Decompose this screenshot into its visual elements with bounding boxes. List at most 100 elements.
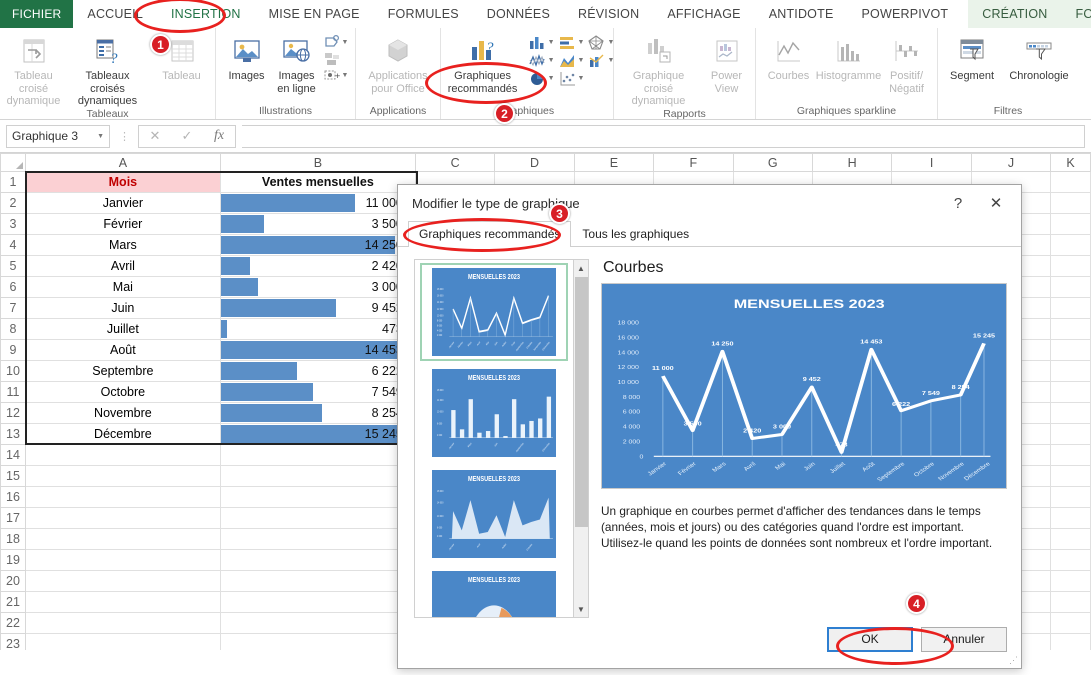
pie-chart-caret-icon[interactable]: ▼ xyxy=(548,75,555,82)
row-header-15[interactable]: 15 xyxy=(0,465,26,487)
row-header-5[interactable]: 5 xyxy=(0,255,26,277)
row-header-12[interactable]: 12 xyxy=(0,402,26,424)
thumbnail-scrollbar[interactable]: ▲ ▼ xyxy=(573,259,589,618)
tab-fichier[interactable]: FICHIER xyxy=(0,0,74,28)
cell-a4[interactable]: Mars xyxy=(24,234,221,256)
row-header-1[interactable]: 1 xyxy=(0,171,26,193)
cell-k2[interactable] xyxy=(1050,192,1091,214)
row-header-4[interactable]: 4 xyxy=(0,234,26,256)
shapes-button[interactable]: ▼ xyxy=(323,34,349,50)
row-header-18[interactable]: 18 xyxy=(0,528,26,550)
cell-k21[interactable] xyxy=(1050,591,1091,613)
tab-antidote[interactable]: ANTIDOTE xyxy=(755,0,848,28)
area-chart-caret-icon[interactable]: ▼ xyxy=(578,57,585,64)
resize-grip-icon[interactable]: ⋰ xyxy=(1009,655,1018,666)
cell-b2[interactable]: 11 000 xyxy=(219,192,416,214)
cell-b11[interactable]: 7 549 xyxy=(219,381,416,403)
cell-a14[interactable] xyxy=(24,444,221,466)
line-chart-button[interactable]: ▼ xyxy=(528,52,555,69)
column-header-i[interactable]: I xyxy=(891,153,972,172)
cell-b22[interactable] xyxy=(219,612,416,634)
cell-a21[interactable] xyxy=(24,591,221,613)
shapes-caret-icon[interactable]: ▼ xyxy=(342,39,349,46)
cell-k20[interactable] xyxy=(1050,570,1091,592)
tab-tous-les-graphiques[interactable]: Tous les graphiques xyxy=(571,221,700,246)
pivot-chart-button[interactable]: Graphique croisé dynamique xyxy=(617,31,701,108)
scroll-up-icon[interactable]: ▲ xyxy=(574,260,588,276)
formula-input[interactable] xyxy=(242,124,1085,148)
row-header-8[interactable]: 8 xyxy=(0,318,26,340)
cell-k4[interactable] xyxy=(1050,234,1091,256)
cell-b1[interactable]: Ventes mensuelles xyxy=(219,171,416,193)
thumbnail-pie-chart[interactable]: MENSUELLES 2023 xyxy=(420,566,568,617)
cell-k3[interactable] xyxy=(1050,213,1091,235)
close-icon[interactable]: ✕ xyxy=(977,189,1015,217)
cell-k11[interactable] xyxy=(1050,381,1091,403)
cell-k9[interactable] xyxy=(1050,339,1091,361)
scrollbar-thumb[interactable] xyxy=(574,277,588,527)
row-header-9[interactable]: 9 xyxy=(0,339,26,361)
line-chart-caret-icon[interactable]: ▼ xyxy=(548,57,555,64)
cell-a8[interactable]: Juillet xyxy=(24,318,221,340)
cell-a18[interactable] xyxy=(24,528,221,550)
cell-k17[interactable] xyxy=(1050,507,1091,529)
row-header-13[interactable]: 13 xyxy=(0,423,26,445)
column-header-f[interactable]: F xyxy=(653,153,734,172)
recommended-charts-button[interactable]: ? Graphiques recommandés xyxy=(440,31,526,95)
cell-k23[interactable] xyxy=(1050,633,1091,650)
column-header-d[interactable]: D xyxy=(494,153,575,172)
cell-a11[interactable]: Octobre xyxy=(24,381,221,403)
pictures-button[interactable]: Images xyxy=(223,31,271,83)
column-header-c[interactable]: C xyxy=(414,153,496,172)
cell-b9[interactable]: 14 453 xyxy=(219,339,416,361)
ok-button[interactable]: OK xyxy=(827,626,913,652)
cell-a17[interactable] xyxy=(24,507,221,529)
cell-b6[interactable]: 3 000 xyxy=(219,276,416,298)
recommended-pivot-tables-button[interactable]: ? Tableaux croisés dynamiques xyxy=(71,31,145,108)
row-header-23[interactable]: 23 xyxy=(0,633,26,650)
sparkline-winloss-button[interactable]: Positif/ Négatif xyxy=(881,31,933,95)
bar-chart-button[interactable]: ▼ xyxy=(558,34,585,51)
cell-b23[interactable] xyxy=(219,633,416,650)
thumbnail-column-chart[interactable]: MENSUELLES 2023 18 000 14 000 10 000 6 000… xyxy=(420,364,568,462)
slicer-button[interactable]: Segment xyxy=(941,31,1003,83)
cell-a12[interactable]: Novembre xyxy=(24,402,221,424)
timeline-button[interactable]: Chronologie xyxy=(1003,31,1075,83)
column-header-a[interactable]: A xyxy=(24,153,221,172)
cell-k15[interactable] xyxy=(1050,465,1091,487)
cell-b10[interactable]: 6 222 xyxy=(219,360,416,382)
name-box[interactable]: Graphique 3 ▼ xyxy=(6,124,110,148)
fx-icon[interactable]: fx xyxy=(203,128,235,144)
cell-a1[interactable]: Mois xyxy=(24,171,221,193)
column-header-e[interactable]: E xyxy=(573,153,655,172)
area-chart-button[interactable]: ▼ xyxy=(558,52,585,69)
bar-chart-caret-icon[interactable]: ▼ xyxy=(578,39,585,46)
tab-accueil[interactable]: ACCUEIL xyxy=(73,0,157,28)
scroll-down-icon[interactable]: ▼ xyxy=(574,601,588,617)
row-header-19[interactable]: 19 xyxy=(0,549,26,571)
pie-chart-button[interactable]: ▼ xyxy=(528,70,555,87)
row-header-2[interactable]: 2 xyxy=(0,192,26,214)
cell-k12[interactable] xyxy=(1050,402,1091,424)
cell-b14[interactable] xyxy=(219,444,416,466)
cell-a6[interactable]: Mai xyxy=(24,276,221,298)
cell-k8[interactable] xyxy=(1050,318,1091,340)
cell-b17[interactable] xyxy=(219,507,416,529)
column-chart-caret-icon[interactable]: ▼ xyxy=(548,39,555,46)
row-header-6[interactable]: 6 xyxy=(0,276,26,298)
row-header-16[interactable]: 16 xyxy=(0,486,26,508)
cell-k16[interactable] xyxy=(1050,486,1091,508)
tab-insertion[interactable]: INSERTION xyxy=(157,0,255,28)
cell-k10[interactable] xyxy=(1050,360,1091,382)
cell-b15[interactable] xyxy=(219,465,416,487)
cancel-button[interactable]: Annuler xyxy=(921,626,1007,652)
cell-a19[interactable] xyxy=(24,549,221,571)
row-header-7[interactable]: 7 xyxy=(0,297,26,319)
cell-k19[interactable] xyxy=(1050,549,1091,571)
column-header-b[interactable]: B xyxy=(219,153,416,172)
cell-k6[interactable] xyxy=(1050,276,1091,298)
stock-chart-button[interactable]: ▼ xyxy=(587,34,614,51)
power-view-button[interactable]: Power View xyxy=(701,31,753,95)
cell-b7[interactable]: 9 452 xyxy=(219,297,416,319)
scatter-chart-caret-icon[interactable]: ▼ xyxy=(578,75,585,82)
